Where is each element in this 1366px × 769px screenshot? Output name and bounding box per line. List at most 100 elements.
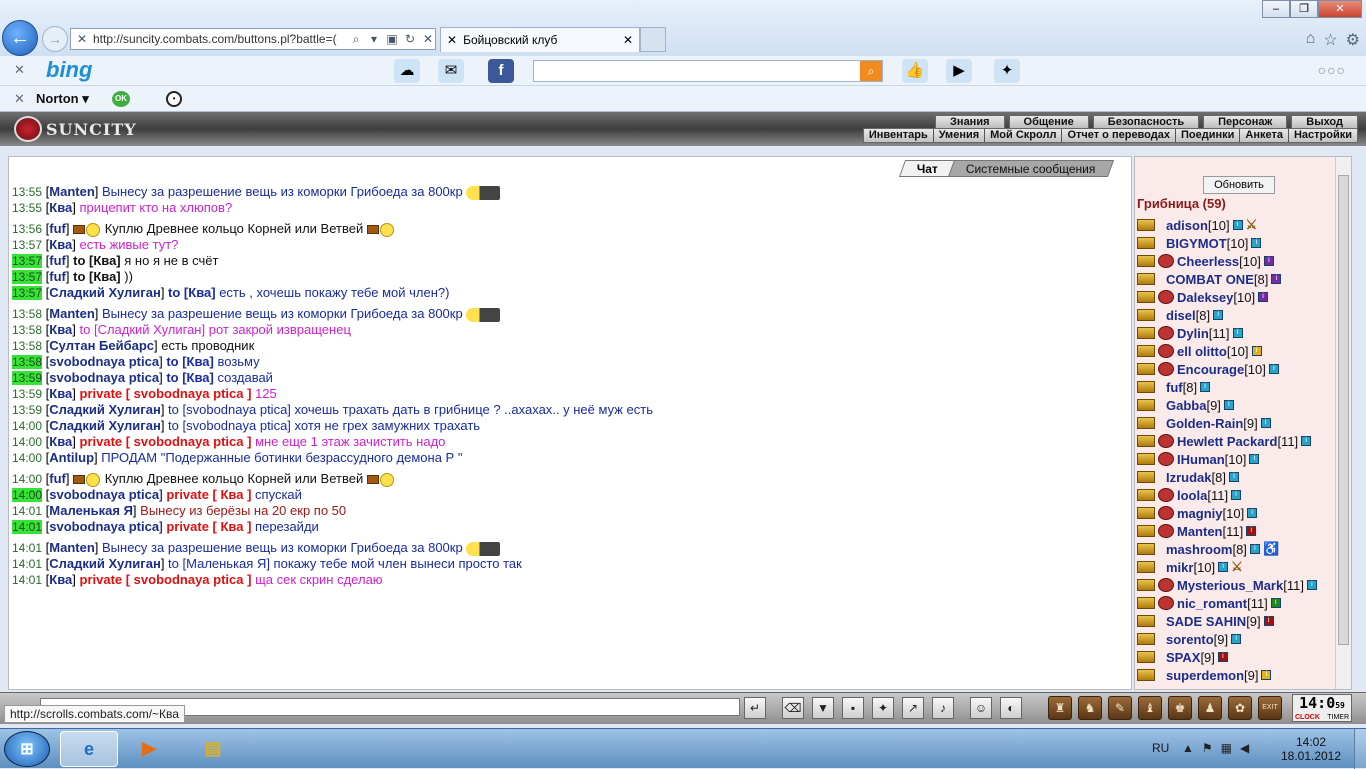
private-message-icon[interactable] — [1137, 219, 1155, 231]
private-message-icon[interactable] — [1137, 597, 1155, 609]
private-marker[interactable]: private [ Ква ] — [166, 519, 251, 534]
like-icon[interactable]: 👍 — [902, 59, 928, 83]
message-nick[interactable]: Сладкий Хулиган — [49, 285, 161, 300]
private-message-icon[interactable] — [1137, 489, 1155, 501]
private-message-icon[interactable] — [1137, 453, 1155, 465]
user-nick[interactable]: Dylin — [1177, 326, 1209, 341]
user-nick[interactable]: mikr — [1166, 560, 1193, 575]
info-icon[interactable]: i — [1231, 490, 1242, 500]
info-icon[interactable]: i — [1271, 274, 1282, 284]
more-icon[interactable]: ○○○ — [1318, 62, 1346, 78]
sound-icon[interactable]: ♪ — [932, 697, 954, 719]
message-nick[interactable]: Antilup — [49, 450, 94, 465]
private-message-icon[interactable] — [1137, 471, 1155, 483]
show-desktop-button[interactable] — [1354, 729, 1366, 769]
send-icon[interactable]: ↵ — [744, 697, 766, 719]
message-nick[interactable]: Manten — [49, 306, 95, 321]
user-item[interactable]: nic_romant [11] i — [1137, 594, 1351, 612]
close-window-button[interactable]: ✕ — [1318, 0, 1362, 18]
message-nick[interactable]: Ква — [49, 237, 72, 252]
message-nick[interactable]: Ква — [49, 434, 72, 449]
message-recipient[interactable]: to [Ква] — [166, 370, 214, 385]
tab-close-icon[interactable]: ✕ — [623, 33, 633, 47]
info-icon[interactable]: i — [1218, 562, 1229, 572]
info-icon[interactable]: i — [1232, 328, 1243, 338]
flag-icon[interactable]: ⚑ — [1202, 741, 1213, 755]
info-icon[interactable]: i — [1246, 526, 1257, 536]
private-message-icon[interactable] — [1137, 291, 1155, 303]
user-item[interactable]: fuf [8] i — [1137, 378, 1351, 396]
user-item[interactable]: IHuman [10] i — [1137, 450, 1351, 468]
user-nick[interactable]: Encourage — [1177, 362, 1244, 377]
close-toolbar-icon[interactable]: ✕ — [14, 62, 25, 78]
message-nick[interactable]: fuf — [49, 471, 66, 486]
helmet-icon[interactable]: ◐ — [1000, 697, 1022, 719]
user-item[interactable]: sorento [9] i — [1137, 630, 1351, 648]
menu-my-scroll[interactable]: Мой Скролл — [984, 129, 1061, 142]
user-nick[interactable]: SPAX — [1166, 650, 1200, 665]
private-message-icon[interactable] — [1137, 327, 1155, 339]
facebook-icon[interactable]: f — [488, 59, 514, 83]
back-button[interactable]: ← — [2, 20, 38, 56]
minimize-button[interactable]: – — [1262, 0, 1290, 18]
tray-arrow-icon[interactable]: ▲ — [1182, 741, 1194, 755]
user-nick[interactable]: adison — [1166, 218, 1208, 233]
user-item[interactable]: mikr [10] i ⚔ — [1137, 558, 1351, 576]
user-item[interactable]: Hewlett Packard [11] i — [1137, 432, 1351, 450]
info-icon[interactable]: i — [1263, 616, 1274, 626]
user-nick[interactable]: Hewlett Packard — [1177, 434, 1277, 449]
user-item[interactable]: loola [11] i — [1137, 486, 1351, 504]
user-nick[interactable]: ell olitto — [1177, 344, 1227, 359]
clear-icon[interactable]: ⌫ — [782, 697, 804, 719]
user-item[interactable]: disel [8] i — [1137, 306, 1351, 324]
user-item[interactable]: mashroom [8] i ♿ — [1137, 540, 1351, 558]
dropdown-icon[interactable]: ▾ — [367, 32, 381, 46]
translit-icon[interactable]: ↗ — [902, 697, 924, 719]
menu-profile[interactable]: Анкета — [1239, 129, 1288, 142]
user-list-scrollbar[interactable] — [1335, 157, 1351, 689]
private-message-icon[interactable] — [1137, 399, 1155, 411]
private-message-icon[interactable] — [1137, 651, 1155, 663]
friends-icon[interactable]: ✿ — [1228, 696, 1252, 720]
info-icon[interactable]: i — [1263, 256, 1274, 266]
menu-settings[interactable]: Настройки — [1287, 129, 1357, 142]
user-item[interactable]: ell olitto [10] i — [1137, 342, 1351, 360]
private-marker[interactable]: private [ svobodnaya ptica ] — [80, 434, 252, 449]
user-item[interactable]: Encourage [10] i — [1137, 360, 1351, 378]
message-nick[interactable]: Ква — [49, 386, 72, 401]
user-item[interactable]: Manten [11] i — [1137, 522, 1351, 540]
user-nick[interactable]: IHuman — [1177, 452, 1225, 467]
clan-icon[interactable] — [1158, 434, 1174, 448]
refresh-icon[interactable]: ↻ — [403, 32, 417, 46]
user-item[interactable]: Cheerless [10] i — [1137, 252, 1351, 270]
message-nick[interactable]: Маленькая Я — [49, 503, 133, 518]
private-message-icon[interactable] — [1137, 669, 1155, 681]
info-icon[interactable]: i — [1251, 238, 1262, 248]
user-nick[interactable]: loola — [1177, 488, 1207, 503]
smiles-icon[interactable]: ☺ — [970, 697, 992, 719]
clan-icon[interactable] — [1158, 362, 1174, 376]
message-nick[interactable]: svobodnaya ptica — [49, 370, 159, 385]
gear-icon[interactable]: ⚙ — [1346, 30, 1360, 50]
stop-icon[interactable]: ✕ — [421, 32, 435, 46]
message-recipient[interactable]: to [Ква] — [168, 285, 216, 300]
clan-icon[interactable] — [1158, 290, 1174, 304]
clan-icon[interactable] — [1158, 578, 1174, 592]
home-icon[interactable]: ⌂ — [1306, 30, 1316, 50]
info-icon[interactable]: i — [1217, 652, 1228, 662]
user-item[interactable]: BIGYMOT [10] i — [1137, 234, 1351, 252]
private-message-icon[interactable] — [1137, 579, 1155, 591]
fight-icon[interactable]: ✦ — [872, 697, 894, 719]
user-nick[interactable]: Manten — [1177, 524, 1223, 539]
explorer-icon[interactable]: ▤ — [184, 731, 242, 767]
warrior-icon[interactable]: ♝ — [1138, 696, 1162, 720]
user-nick[interactable]: superdemon — [1166, 668, 1244, 683]
language-indicator[interactable]: RU — [1152, 741, 1169, 755]
message-nick[interactable]: Ква — [49, 200, 72, 215]
search-icon[interactable]: ⌕ — [349, 32, 363, 47]
private-message-icon[interactable] — [1137, 615, 1155, 627]
lion-icon[interactable]: ♞ — [1078, 696, 1102, 720]
private-message-icon[interactable] — [1137, 525, 1155, 537]
menu-skills[interactable]: Умения — [932, 129, 984, 142]
network-icon[interactable]: ▦ — [1221, 741, 1232, 755]
